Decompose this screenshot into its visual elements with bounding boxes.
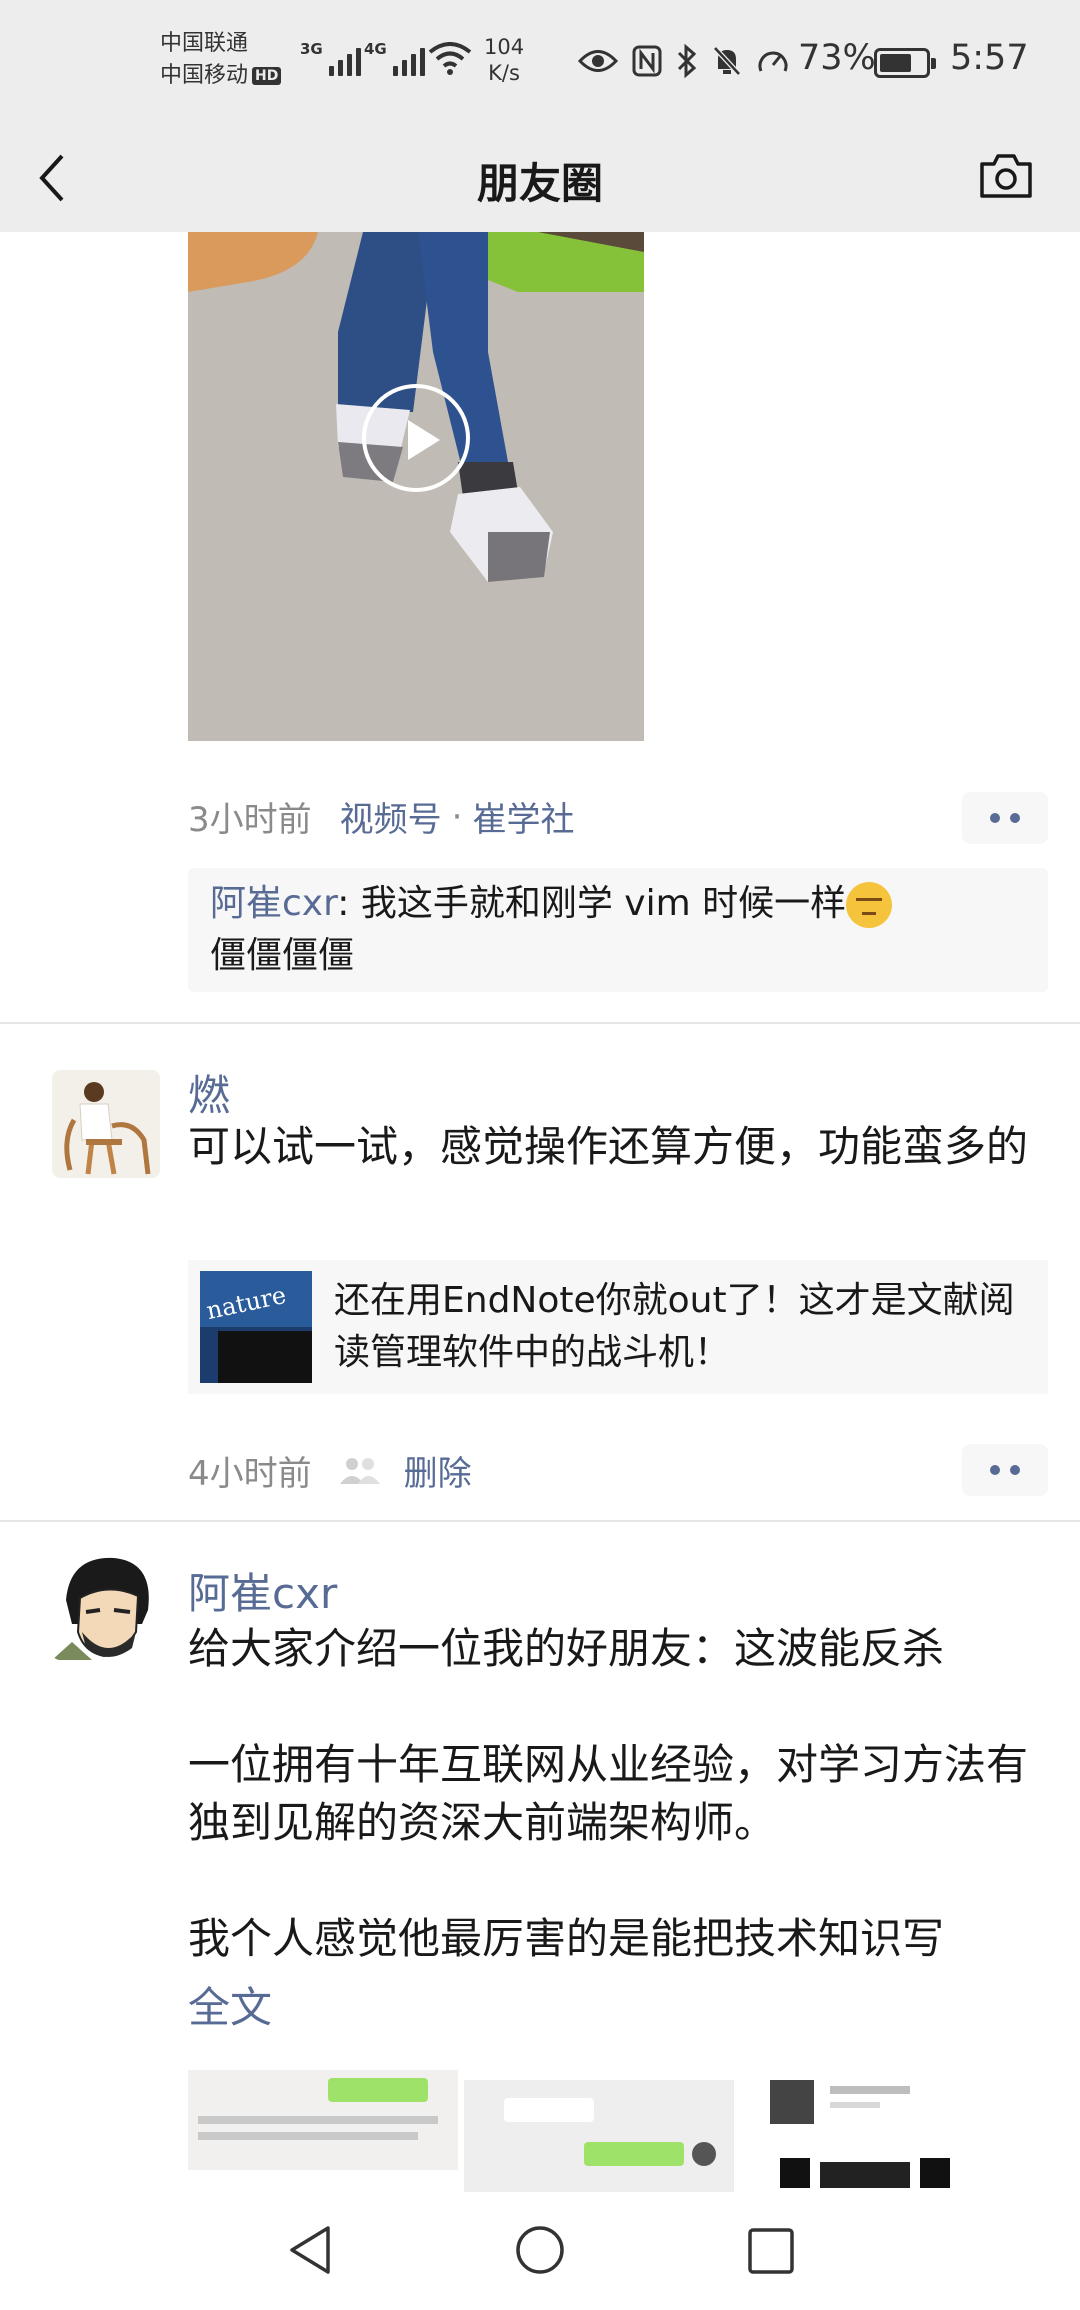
shared-article-card[interactable]: nature 还在用EndNote你就out了！这才是文献阅读管理软件中的战斗机… <box>188 1260 1048 1394</box>
chat-screenshot-1 <box>188 2070 458 2192</box>
avatar-cartoon-icon <box>52 1557 149 1660</box>
nav-back-icon[interactable] <box>286 2222 336 2278</box>
full-text-link[interactable]: 全文 <box>188 1974 272 2035</box>
status-bar: 中国联通 中国移动 HD 3G 4G 104 K/s 73% 5:57 <box>0 0 1080 124</box>
video-thumbnail[interactable] <box>188 232 644 741</box>
post2-time: 4小时前 <box>188 1454 312 1494</box>
meta-separator: · <box>451 796 463 837</box>
post1-time: 3小时前 <box>188 800 312 840</box>
wifi-icon <box>428 42 472 75</box>
channel-link[interactable]: 视频号 <box>340 792 442 841</box>
carrier-info: 中国联通 中国移动 HD <box>160 28 282 92</box>
battery-percent: 73% <box>798 38 876 78</box>
clock: 5:57 <box>950 38 1029 78</box>
nav-bar: 朋友圈 <box>0 124 1080 232</box>
qr-card-screenshot <box>740 2070 1010 2192</box>
visibility-friends-icon <box>339 1457 380 1484</box>
avatar[interactable] <box>52 1070 160 1178</box>
signal-icon-2: 4G <box>364 40 425 76</box>
article-thumbnail: nature <box>200 1271 312 1383</box>
post3-image-1[interactable] <box>188 2070 458 2192</box>
post1-meta: 3小时前 视频号 · 崔学社 <box>188 792 574 841</box>
signal-2-generation: 4G <box>364 40 387 58</box>
carrier-2: 中国移动 <box>160 63 249 88</box>
signal-icon-1: 3G <box>300 40 361 76</box>
post1-more-button[interactable] <box>962 792 1048 844</box>
network-speed: 104 K/s <box>484 34 524 86</box>
sweat-emoji-icon <box>846 882 893 928</box>
comment-text: : 我这手就和刚学 vim 时候一样 <box>337 883 847 924</box>
eye-icon <box>578 50 618 72</box>
post2-author[interactable]: 燃 <box>188 1062 230 1123</box>
divider <box>0 1022 1080 1024</box>
post2-text: 可以试一试，感觉操作还算方便，功能蛮多的 <box>188 1122 1029 1171</box>
nav-home-icon[interactable] <box>512 2222 568 2278</box>
source-link[interactable]: 崔学社 <box>472 792 574 841</box>
moments-feed[interactable]: 3小时前 视频号 · 崔学社 阿崔cxr: 我这手就和刚学 vim 时候一样 僵… <box>0 232 1080 2192</box>
post3-author[interactable]: 阿崔cxr <box>188 1560 337 1621</box>
bluetooth-icon <box>677 44 697 78</box>
signal-1-generation: 3G <box>300 40 323 58</box>
post3-image-3[interactable] <box>740 2070 1010 2192</box>
avatar[interactable] <box>52 1552 160 1660</box>
battery-icon <box>874 48 936 78</box>
avatar-person-icon <box>64 1082 151 1175</box>
nfc-icon <box>632 45 662 77</box>
comment-text-2: 僵僵僵僵 <box>210 935 355 976</box>
network-speed-value: 104 <box>484 35 525 59</box>
speedometer-icon <box>758 51 788 72</box>
page-title: 朋友圈 <box>476 159 603 208</box>
system-nav-bar <box>0 2192 1080 2310</box>
chat-screenshot-2 <box>464 2070 734 2192</box>
delete-link[interactable]: 删除 <box>404 1446 472 1495</box>
play-button-icon[interactable] <box>362 384 470 492</box>
post3-image-grid <box>188 2070 1010 2192</box>
post2-meta: 4小时前 删除 <box>188 1446 472 1495</box>
post3-image-2[interactable] <box>464 2070 734 2192</box>
mute-bell-icon <box>713 46 741 76</box>
hd-badge: HD <box>252 67 282 85</box>
divider <box>0 1520 1080 1522</box>
network-speed-unit: K/s <box>488 61 520 85</box>
carrier-1: 中国联通 <box>160 31 249 56</box>
post2-more-button[interactable] <box>962 1444 1048 1496</box>
post3-text: 给大家介绍一位我的好朋友：这波能反杀 一位拥有十年互联网从业经验，对学习方法有独… <box>188 1624 1029 1963</box>
status-icons <box>578 44 790 78</box>
camera-icon[interactable] <box>976 146 1036 206</box>
comment-author[interactable]: 阿崔cxr <box>210 883 337 924</box>
nav-recents-icon[interactable] <box>744 2222 798 2278</box>
article-title: 还在用EndNote你就out了！这才是文献阅读管理软件中的战斗机！ <box>334 1280 1015 1373</box>
battery-fill <box>880 54 911 72</box>
comment[interactable]: 阿崔cxr: 我这手就和刚学 vim 时候一样 僵僵僵僵 <box>188 868 1048 992</box>
